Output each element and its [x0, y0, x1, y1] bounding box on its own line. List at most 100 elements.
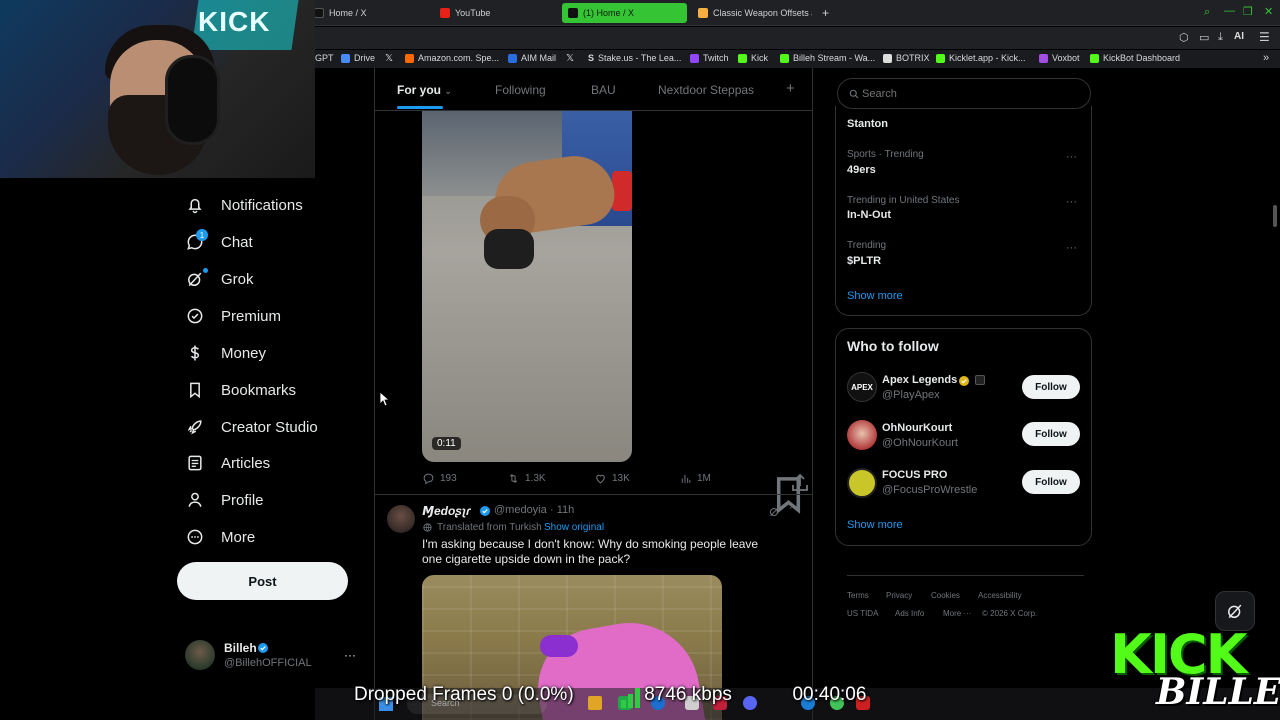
bookmark-x[interactable]: 𝕏 [385, 53, 393, 64]
verified-badge-icon [480, 506, 490, 516]
nav-money[interactable]: Money [185, 336, 266, 370]
follow-focus-pro-button[interactable]: Follow [1022, 470, 1080, 494]
search-input[interactable] [862, 86, 1072, 102]
wtf-name[interactable]: Apex Legends [882, 374, 957, 386]
bookmark-gpt[interactable]: GPT [315, 53, 334, 63]
ohnourkourt-avatar[interactable] [847, 420, 877, 450]
tweet-author-handle[interactable]: @medoyia [494, 504, 547, 516]
show-original-link[interactable]: Show original [544, 522, 604, 533]
browser-tab-home-x-active[interactable]: (1) Home / X [562, 3, 687, 23]
grok-icon[interactable] [768, 505, 781, 518]
bookmark-kick[interactable]: Kick [738, 53, 768, 63]
bookmark-x-2[interactable]: 𝕏 [566, 53, 574, 64]
bookmark-voxbot[interactable]: Voxbot [1039, 53, 1080, 63]
articles-icon [188, 455, 202, 471]
trend-more-icon[interactable]: ··· [1066, 196, 1077, 208]
add-tab-button[interactable]: + [786, 80, 795, 97]
trends-show-more-link[interactable]: Show more [847, 290, 903, 302]
trend-in-n-out[interactable]: In-N-Out [847, 209, 891, 221]
bookmarks-overflow-icon[interactable]: » [1263, 52, 1269, 64]
trend-more-icon[interactable]: ··· [1066, 151, 1077, 163]
post-button[interactable]: Post [177, 562, 348, 600]
like-button[interactable]: 13K [594, 472, 630, 485]
new-tab-button[interactable]: + [816, 3, 834, 23]
menu-icon[interactable]: ☰ [1259, 30, 1270, 44]
tweet-video[interactable] [422, 111, 632, 462]
bookmark-kickbot[interactable]: KickBot Dashboard [1090, 53, 1180, 63]
footer-accessibility[interactable]: Accessibility [978, 591, 1022, 600]
browser-tab-classic-weapon[interactable]: Classic Weapon Offsets at [692, 3, 812, 23]
download-icon[interactable]: ⤓ [1218, 31, 1223, 44]
wtf-show-more-link[interactable]: Show more [847, 519, 903, 531]
bookmark-billeh-stream[interactable]: Billeh Stream - Wa... [780, 53, 875, 63]
bookmark-drive[interactable]: Drive [341, 53, 375, 63]
minimize-icon[interactable]: — [1224, 5, 1235, 17]
bookmark-twitch[interactable]: Twitch [690, 53, 729, 63]
bell-icon [188, 198, 202, 214]
webcam-overlay: KICK [0, 0, 315, 178]
headset [165, 55, 220, 145]
wtf-name[interactable]: OhNourKourt [882, 422, 952, 434]
nav-more[interactable]: More [185, 520, 255, 554]
bookmark-stake[interactable]: S Stake.us - The Lea... [588, 53, 681, 63]
nav-articles[interactable]: Articles [185, 446, 270, 480]
tweet-author-name[interactable]: Ɱedoʂʅɾ [422, 504, 471, 518]
footer-more[interactable]: More ··· [943, 609, 971, 618]
trend-stanton[interactable]: Stanton [847, 118, 888, 130]
nav-chat[interactable]: Chat [185, 225, 253, 259]
tweet-author-avatar[interactable] [387, 505, 415, 533]
trend-more-icon[interactable]: ··· [1066, 242, 1077, 254]
footer-privacy[interactable]: Privacy [886, 591, 912, 600]
rocket-icon [187, 420, 202, 435]
browser-tab-youtube[interactable]: YouTube [434, 3, 558, 23]
search-icon[interactable]: ⌕ [1204, 6, 1210, 19]
follow-apex-button[interactable]: Follow [1022, 375, 1080, 399]
account-more-button[interactable]: ··· [344, 648, 356, 662]
ai-button[interactable]: AI [1234, 31, 1244, 42]
nav-premium[interactable]: Premium [185, 299, 281, 333]
footer-us-tida[interactable]: US TIDA [847, 609, 878, 618]
views-button[interactable]: 1M [679, 472, 711, 485]
x-logo-icon: 𝕏 [566, 53, 575, 64]
bookmark-kicklet[interactable]: Kicklet.app - Kick... [936, 53, 1026, 63]
trend-49ers[interactable]: 49ers [847, 164, 876, 176]
nav-bookmarks[interactable]: Bookmarks [185, 373, 296, 407]
repost-button[interactable]: 1.3K [507, 472, 546, 485]
trend-pltr[interactable]: $PLTR [847, 255, 881, 267]
apex-avatar[interactable]: APEX [847, 372, 877, 402]
extensions-icon[interactable]: ⬡ [1179, 31, 1189, 44]
wtf-name[interactable]: FOCUS PRO [882, 469, 947, 481]
video-dumbbell [484, 229, 534, 269]
tab-for-you[interactable]: For you ⌄ [397, 83, 452, 97]
browser-tab-home-x[interactable]: Home / X [308, 3, 430, 23]
tab-following[interactable]: Following [495, 83, 546, 97]
nav-grok[interactable]: Grok [185, 262, 254, 296]
chat-bubble-icon[interactable]: ▭ [1199, 31, 1209, 44]
share-icon[interactable] [788, 471, 812, 495]
page-scrollbar[interactable] [1273, 205, 1277, 227]
bookmark-amazon[interactable]: Amazon.com. Spe... [405, 53, 499, 63]
footer-cookies[interactable]: Cookies [931, 591, 960, 600]
kick-icon [738, 53, 747, 63]
nav-label: Creator Studio [221, 418, 318, 436]
nav-label: Articles [221, 454, 271, 472]
footer-terms[interactable]: Terms [847, 591, 869, 600]
search-box[interactable] [837, 78, 1091, 109]
footer-ads-info[interactable]: Ads Info [895, 609, 924, 618]
bookmark-botrix[interactable]: BOTRIX [883, 53, 930, 63]
close-icon[interactable]: ✕ [1264, 5, 1273, 18]
tweet-more-button[interactable]: ··· [789, 502, 800, 514]
nav-notifications[interactable]: Notifications [185, 188, 303, 222]
focus-pro-avatar[interactable] [847, 468, 877, 498]
tab-bau[interactable]: BAU [591, 83, 616, 97]
tweet-time[interactable]: · 11h [550, 504, 574, 516]
nav-creator-studio[interactable]: Creator Studio [185, 410, 318, 444]
tab-nextdoor-steppas[interactable]: Nextdoor Steppas [658, 83, 754, 97]
nav-profile[interactable]: Profile [185, 483, 264, 517]
follow-ohnourkourt-button[interactable]: Follow [1022, 422, 1080, 446]
stream-stats-overlay: Dropped Frames 0 (0.0%) 8746 kbps 00:40:… [354, 684, 866, 706]
bookmark-aim-mail[interactable]: AIM Mail [508, 53, 556, 63]
restore-icon[interactable]: ❐ [1243, 5, 1253, 18]
reply-button[interactable]: 193 [422, 472, 457, 485]
account-avatar[interactable] [185, 640, 215, 670]
